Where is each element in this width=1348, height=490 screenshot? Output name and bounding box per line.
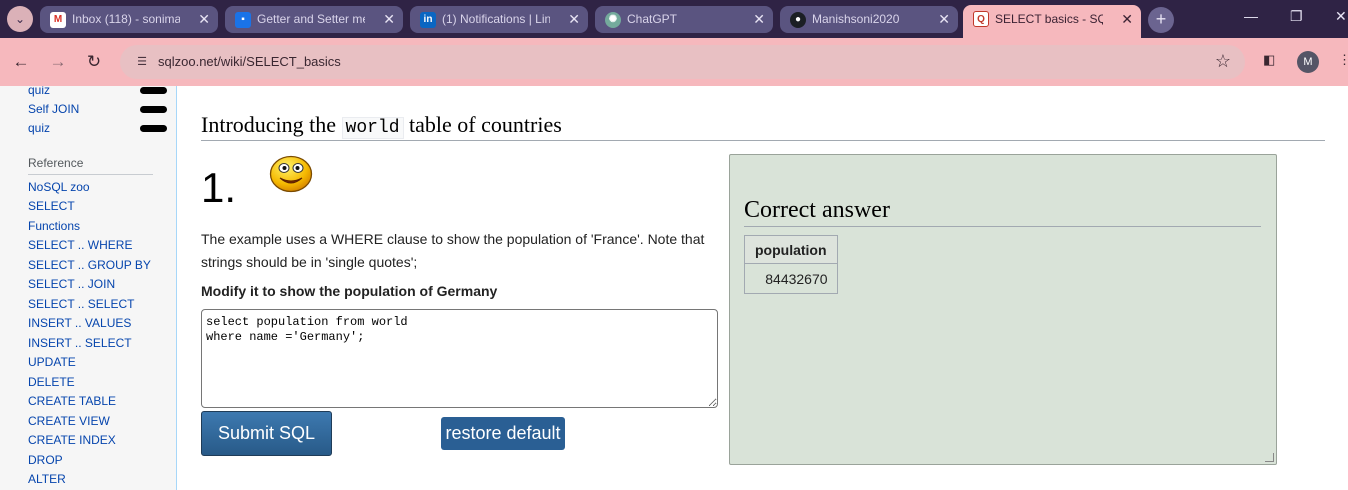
progress-bar-icon bbox=[140, 87, 167, 94]
back-arrow-icon[interactable]: ← bbox=[9, 50, 33, 74]
tab-title: Manishsoni2020 bbox=[812, 12, 900, 26]
tab-title: SELECT basics - SQLZ bbox=[995, 12, 1103, 26]
profile-avatar[interactable]: M bbox=[1297, 51, 1319, 73]
close-icon[interactable]: ✕ bbox=[938, 6, 950, 33]
tab-title: Getter and Setter met bbox=[257, 12, 365, 26]
sidebar-link[interactable]: UPDATE bbox=[28, 355, 76, 369]
close-icon[interactable]: ✕ bbox=[1121, 5, 1133, 33]
sidebar-link-quiz[interactable]: quiz bbox=[28, 86, 50, 97]
answer-title: Correct answer bbox=[744, 197, 1261, 227]
sidebar-link[interactable]: SELECT .. SELECT bbox=[28, 297, 134, 311]
close-icon[interactable]: ✕ bbox=[568, 6, 580, 33]
sidebar-link[interactable]: SELECT .. GROUP BY bbox=[28, 258, 151, 272]
side-panel-icon[interactable]: ◧ bbox=[1263, 52, 1275, 68]
question-task: Modify it to show the population of Germ… bbox=[201, 283, 498, 299]
url-text[interactable]: sqlzoo.net/wiki/SELECT_basics bbox=[158, 54, 341, 69]
sqlzoo-icon: Q bbox=[973, 11, 989, 27]
sidebar-link[interactable]: INSERT .. SELECT bbox=[28, 336, 132, 350]
tab-chatgpt[interactable]: ✺ ChatGPT ✕ bbox=[595, 6, 773, 33]
sidebar-link[interactable]: INSERT .. VALUES bbox=[28, 316, 131, 330]
progress-bar-icon bbox=[140, 125, 167, 132]
submit-sql-button[interactable]: Submit SQL bbox=[201, 411, 332, 456]
close-icon[interactable]: ✕ bbox=[198, 6, 210, 33]
smiley-face-icon bbox=[269, 155, 313, 193]
github-icon: ● bbox=[790, 12, 806, 28]
sidebar-link[interactable]: SELECT .. JOIN bbox=[28, 277, 115, 291]
classroom-icon: ▪ bbox=[235, 12, 251, 28]
minimize-icon[interactable]: — bbox=[1244, 8, 1258, 24]
sidebar-link[interactable]: CREATE INDEX bbox=[28, 433, 116, 447]
resize-grip-icon[interactable] bbox=[1265, 453, 1274, 462]
reload-icon[interactable]: ↻ bbox=[82, 50, 106, 74]
sidebar-link-quiz[interactable]: quiz bbox=[28, 121, 50, 135]
site-info-icon[interactable]: ☰ bbox=[134, 54, 150, 70]
tab-gmail[interactable]: M Inbox (118) - sonimai ✕ bbox=[40, 6, 218, 33]
correct-answer-panel: Correct answer population 84432670 bbox=[729, 154, 1277, 465]
heading-code: world bbox=[341, 117, 404, 139]
sidebar-link[interactable]: Functions bbox=[28, 219, 80, 233]
progress-bar-icon bbox=[140, 106, 167, 113]
bookmark-star-icon[interactable]: ☆ bbox=[1215, 51, 1231, 72]
browser-tabstrip: ⌄ M Inbox (118) - sonimai ✕ ▪ Getter and… bbox=[0, 0, 1348, 38]
browser-toolbar: ← → ↻ ☰ sqlzoo.net/wiki/SELECT_basics ☆ … bbox=[0, 38, 1348, 86]
tab-github[interactable]: ● Manishsoni2020 ✕ bbox=[780, 6, 958, 33]
sidebar-link[interactable]: NoSQL zoo bbox=[28, 180, 90, 194]
answer-table: population 84432670 bbox=[744, 235, 838, 294]
table-row: 84432670 bbox=[744, 263, 838, 294]
sidebar-link[interactable]: SELECT bbox=[28, 199, 75, 213]
tab-title: Inbox (118) - sonimai bbox=[72, 12, 180, 26]
tab-linkedin[interactable]: in (1) Notifications | Link ✕ bbox=[410, 6, 588, 33]
forward-arrow-icon[interactable]: → bbox=[46, 50, 70, 74]
linkedin-icon: in bbox=[420, 12, 436, 28]
sidebar-link[interactable]: SELECT .. WHERE bbox=[28, 238, 132, 252]
table-cell: 84432670 bbox=[744, 263, 838, 294]
chatgpt-icon: ✺ bbox=[605, 12, 621, 28]
question-description: The example uses a WHERE clause to show … bbox=[201, 231, 705, 270]
gmail-icon: M bbox=[50, 12, 66, 28]
close-window-icon[interactable]: ✕ bbox=[1335, 8, 1347, 25]
sidebar-link[interactable]: CREATE VIEW bbox=[28, 414, 110, 428]
page-viewport: quiz Self JOIN quiz Reference NoSQL zoo … bbox=[0, 86, 1348, 490]
table-header-row: population bbox=[744, 235, 838, 264]
tab-search-chevron-icon[interactable]: ⌄ bbox=[7, 6, 33, 32]
sidebar-heading-reference: Reference bbox=[28, 156, 153, 175]
sidebar-link-self-join[interactable]: Self JOIN bbox=[28, 102, 79, 116]
menu-dots-icon[interactable]: ⋮ bbox=[1338, 52, 1348, 68]
sidebar: quiz Self JOIN quiz Reference NoSQL zoo … bbox=[0, 86, 177, 490]
section-heading: Introducing the world table of countries bbox=[201, 112, 1325, 141]
tab-sqlzoo-active[interactable]: Q SELECT basics - SQLZ ✕ bbox=[963, 5, 1141, 38]
heading-text: table of countries bbox=[403, 112, 562, 137]
new-tab-button[interactable]: + bbox=[1148, 7, 1174, 33]
tab-classroom[interactable]: ▪ Getter and Setter met ✕ bbox=[225, 6, 403, 33]
restore-default-button[interactable]: restore default bbox=[441, 417, 565, 450]
sidebar-link[interactable]: CREATE TABLE bbox=[28, 394, 116, 408]
address-bar[interactable]: ☰ sqlzoo.net/wiki/SELECT_basics ☆ bbox=[120, 45, 1245, 79]
restore-window-icon[interactable]: ❐ bbox=[1290, 8, 1303, 25]
sql-editor[interactable] bbox=[201, 309, 718, 408]
tab-title: ChatGPT bbox=[627, 12, 678, 26]
sidebar-link[interactable]: DROP bbox=[28, 453, 63, 467]
close-icon[interactable]: ✕ bbox=[753, 6, 765, 33]
column-header: population bbox=[744, 235, 838, 264]
sidebar-link[interactable]: DELETE bbox=[28, 375, 75, 389]
tab-title: (1) Notifications | Link bbox=[442, 12, 550, 26]
question-number: 1. bbox=[201, 164, 237, 211]
heading-text: Introducing the bbox=[201, 112, 342, 137]
sidebar-link[interactable]: ALTER bbox=[28, 472, 66, 486]
main-content: Introducing the world table of countries… bbox=[178, 86, 1348, 490]
close-icon[interactable]: ✕ bbox=[383, 6, 395, 33]
